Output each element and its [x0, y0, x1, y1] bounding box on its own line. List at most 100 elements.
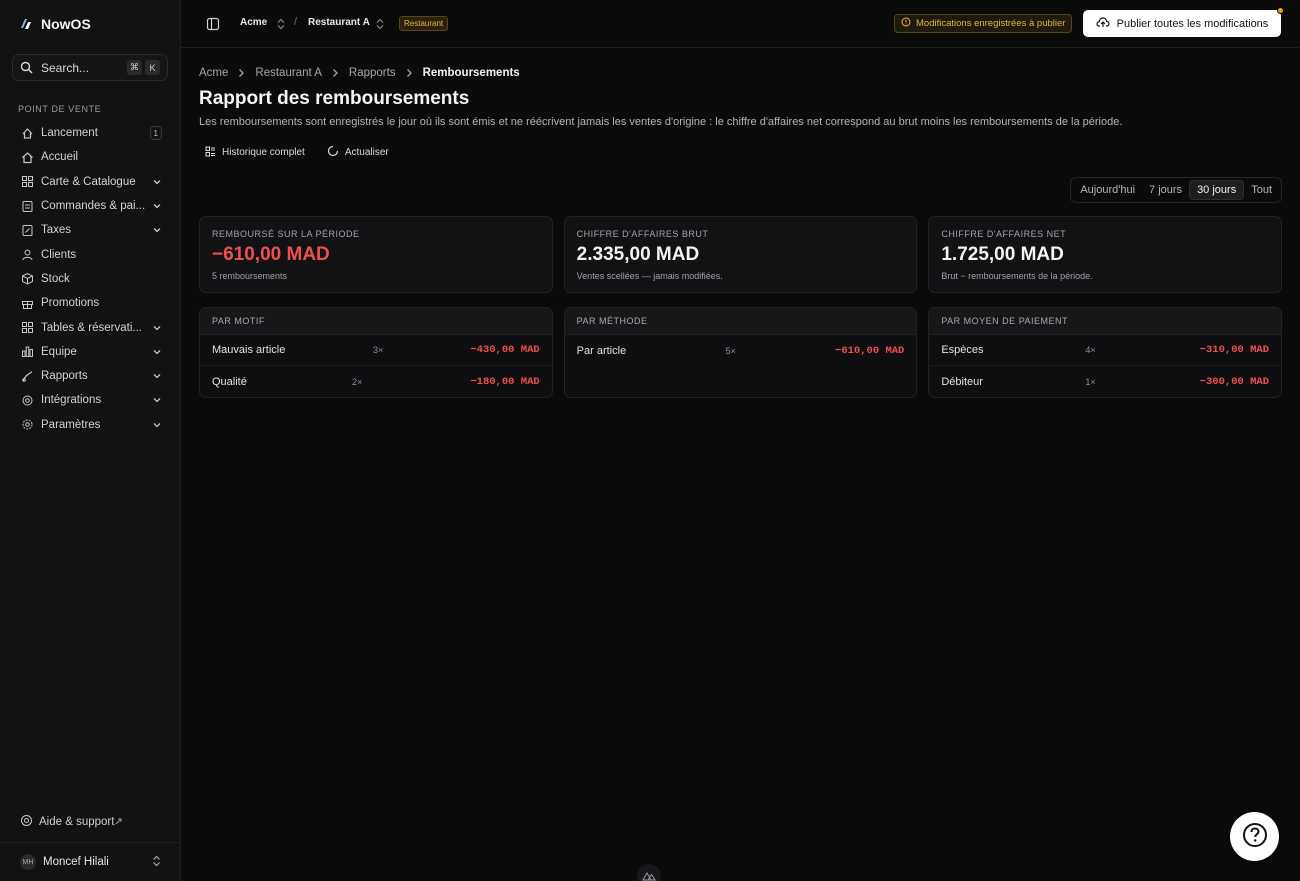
separator: / — [294, 16, 298, 28]
breakdown-title: PAR MÉTHODE — [564, 308, 917, 335]
sidebar-section-label: POINT DE VENTE — [18, 104, 102, 114]
table-row: Par article 5× −610,00 MAD — [565, 335, 917, 366]
sidebar-item-equipe[interactable]: Équipe — [12, 340, 170, 364]
range-30-days[interactable]: 30 jours — [1189, 180, 1245, 200]
tax-icon — [20, 223, 34, 237]
history-label: Historique complet — [222, 147, 305, 158]
sidebar-item-label: Paramètres — [41, 418, 101, 431]
gear-icon — [20, 418, 34, 432]
publish-all-button[interactable]: Publier toutes les modifications — [1083, 7, 1284, 37]
table-row: Espèces 4× −310,00 MAD — [929, 335, 1282, 366]
sidebar-item-label: Commandes & pai... — [41, 200, 146, 213]
refresh-button[interactable]: Actualiser — [327, 145, 389, 160]
sidebar-item-carte[interactable]: Carte & Catalogue — [12, 170, 170, 194]
search-placeholder: Search... — [41, 60, 90, 75]
table-row: Débiteur 1× −300,00 MAD — [929, 366, 1281, 397]
row-count: 4× — [1085, 345, 1096, 355]
sidebar-item-label: Tables & réservati... — [41, 321, 142, 334]
sidebar-item-lancement[interactable]: Lancement 1 — [12, 121, 170, 145]
sidebar-item-taxes[interactable]: Taxes — [12, 218, 170, 242]
sidebar-item-integrations[interactable]: Intégrations — [12, 388, 170, 412]
sidebar-item-clients[interactable]: Clients — [12, 242, 170, 266]
kpi-subtext: Brut − remboursements de la période. — [941, 271, 1093, 281]
chevron-down-icon — [153, 204, 161, 209]
chevron-right-icon — [406, 68, 413, 78]
box-icon — [20, 272, 34, 286]
search-input[interactable]: Search... ⌘ K — [12, 54, 168, 81]
help-button[interactable] — [1230, 812, 1279, 861]
breakdown-by-reason: PAR MOTIF Mauvais article 3× −430,00 MAD… — [199, 307, 553, 398]
sidebar-item-parametres[interactable]: Paramètres — [12, 413, 170, 437]
user-menu[interactable]: MH Moncef Hilali — [0, 842, 181, 881]
sidebar-item-label: Promotions — [41, 297, 100, 310]
kpi-value: 1.725,00 MAD — [941, 244, 1064, 265]
chevron-updown-icon[interactable] — [376, 18, 384, 30]
kpi-label: REMBOURSÉ SUR LA PÉRIODE — [212, 229, 360, 239]
kpi-label: CHIFFRE D'AFFAIRES BRUT — [576, 229, 709, 239]
breadcrumb-item[interactable]: Acme — [199, 67, 228, 79]
app-logo[interactable]: NowOS — [19, 14, 91, 34]
help-support-link[interactable]: Aide & support — [20, 814, 122, 830]
count-badge: 1 — [149, 126, 162, 141]
sidebar-item-promotions[interactable]: Promotions — [12, 291, 170, 315]
sidebar-item-stock[interactable]: Stock — [12, 267, 170, 291]
range-7-days[interactable]: 7 jours — [1142, 180, 1189, 200]
row-count: 1× — [1085, 376, 1096, 387]
cloud-upload-icon — [1096, 16, 1110, 31]
org-switcher[interactable]: Acme — [240, 17, 267, 28]
chevron-down-icon — [153, 179, 161, 185]
chevron-right-icon — [238, 68, 245, 78]
chevron-down-icon — [153, 349, 161, 355]
logo-icon — [19, 17, 33, 31]
kpi-cards: REMBOURSÉ SUR LA PÉRIODE −610,00 MAD 5 r… — [199, 216, 1283, 293]
sidebar-item-rapports[interactable]: Rapports — [12, 364, 170, 388]
chevron-down-icon — [153, 374, 161, 379]
kpi-refunded: REMBOURSÉ SUR LA PÉRIODE −610,00 MAD 5 r… — [199, 216, 553, 293]
home-icon — [20, 150, 34, 164]
sidebar-item-label: Taxes — [41, 224, 72, 237]
info-icon — [901, 17, 911, 30]
sidebar-item-tables[interactable]: Tables & réservati... — [12, 315, 170, 339]
chevron-down-icon — [153, 228, 161, 233]
grid-icon — [20, 175, 34, 189]
chevron-updown-icon — [152, 855, 161, 870]
chart-icon — [20, 369, 34, 383]
sidebar-item-label: Rapports — [41, 370, 88, 383]
table-icon — [20, 321, 34, 335]
pending-label: Modifications enregistrées à publier — [916, 18, 1066, 29]
row-amount: −300,00 MAD — [1199, 375, 1270, 388]
range-all[interactable]: Tout — [1244, 180, 1279, 200]
sidebar-item-commandes[interactable]: Commandes & pai... — [12, 194, 170, 218]
sidebar-item-label: Clients — [41, 248, 77, 261]
receipt-icon — [20, 199, 34, 213]
help-label: Aide & support — [39, 816, 115, 828]
sidebar-item-accueil[interactable]: Accueil — [12, 145, 170, 169]
restaurant-switcher[interactable]: Restaurant A — [308, 17, 370, 28]
topbar: Acme / Restaurant A Restaurant Modificat… — [181, 0, 1300, 48]
row-name: Débiteur — [941, 375, 983, 388]
team-icon — [20, 345, 34, 359]
sidebar-toggle-icon[interactable] — [206, 17, 220, 31]
row-amount: −430,00 MAD — [470, 344, 540, 356]
sidebar-item-label: Intégrations — [41, 394, 102, 407]
page-title: Rapport des remboursements — [199, 88, 470, 109]
pending-changes-badge[interactable]: Modifications enregistrées à publier — [894, 14, 1073, 33]
kpi-value: −610,00 MAD — [212, 244, 330, 265]
table-row: Qualité 2× −180,00 MAD — [200, 366, 552, 397]
gift-icon — [20, 296, 34, 310]
app-name: NowOS — [41, 16, 91, 32]
breadcrumb-item[interactable]: Restaurant A — [255, 67, 321, 79]
shortcut-k-key: K — [145, 60, 160, 75]
breadcrumb-item[interactable]: Rapports — [349, 67, 396, 79]
dev-tools-icon[interactable] — [637, 864, 661, 881]
restaurant-tag: Restaurant — [399, 16, 449, 31]
chevron-updown-icon[interactable] — [277, 18, 285, 30]
chevron-down-icon — [153, 422, 161, 428]
row-name: Qualité — [212, 375, 247, 388]
sidebar-item-label: Lancement — [41, 127, 98, 140]
chevron-right-icon — [332, 68, 339, 78]
shortcut-cmd-key: ⌘ — [127, 60, 142, 75]
breakdown-title: PAR MOYEN DE PAIEMENT — [929, 308, 1282, 335]
history-button[interactable]: Historique complet — [205, 145, 305, 160]
range-today[interactable]: Aujourd'hui — [1073, 180, 1142, 200]
